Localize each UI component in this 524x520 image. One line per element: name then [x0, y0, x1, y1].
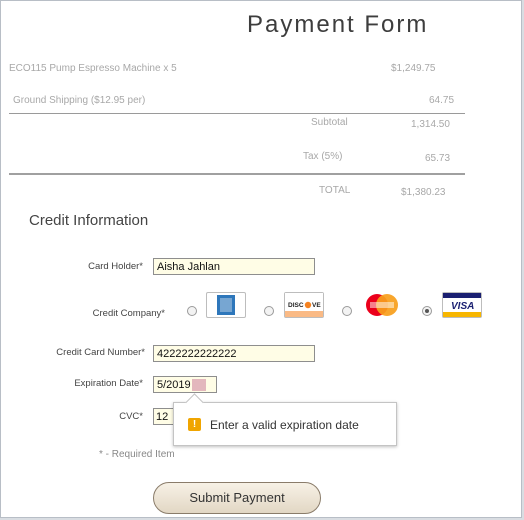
visa-card-icon: VISA: [442, 292, 482, 318]
credit-information-heading: Credit Information: [29, 212, 149, 229]
expiration-date-value: 5/2019: [157, 379, 191, 391]
shipping-description: Ground Shipping ($12.95 per): [13, 95, 146, 106]
radio-visa[interactable]: [422, 306, 432, 316]
tax-label: Tax (5%): [303, 151, 343, 162]
validation-tooltip: ! Enter a valid expiration date: [173, 402, 397, 446]
text-cursor-highlight: [191, 379, 206, 392]
payment-form-container: Payment Form ECO115 Pump Espresso Machin…: [0, 0, 522, 518]
validation-message: Enter a valid expiration date: [210, 418, 359, 432]
total-value: $1,380.23: [401, 187, 446, 198]
card-number-label: Credit Card Number*: [56, 347, 145, 358]
radio-discover[interactable]: [264, 306, 274, 316]
svg-text:DISC: DISC: [288, 302, 304, 309]
cvc-input[interactable]: 12: [153, 408, 175, 425]
summary-divider: [9, 113, 465, 114]
card-holder-input[interactable]: Aisha Jahlan: [153, 258, 315, 275]
total-label: TOTAL: [319, 185, 351, 196]
tax-value: 65.73: [425, 153, 451, 164]
cvc-label: CVC*: [119, 411, 143, 422]
visa-logo-text: VISA: [451, 301, 474, 312]
required-note: * - Required Item: [99, 449, 175, 460]
card-number-input[interactable]: 4222222222222: [153, 345, 315, 362]
subtotal-label: Subtotal: [311, 117, 348, 128]
card-holder-label: Card Holder*: [88, 261, 143, 272]
svg-text:VE: VE: [312, 302, 321, 309]
order-item-description: ECO115 Pump Espresso Machine x 5: [9, 63, 177, 74]
total-divider: [9, 173, 465, 175]
credit-company-label: Credit Company*: [92, 308, 165, 319]
radio-mastercard[interactable]: [342, 306, 352, 316]
page-title: Payment Form: [247, 11, 429, 38]
order-item-price: $1,249.75: [391, 63, 436, 74]
expiration-date-input[interactable]: 5/2019: [153, 376, 217, 393]
warning-icon: !: [188, 418, 201, 431]
subtotal-value: 1,314.50: [411, 119, 450, 130]
submit-payment-button[interactable]: Submit Payment: [153, 482, 321, 514]
shipping-price: 64.75: [429, 95, 455, 106]
expiration-date-label: Expiration Date*: [74, 378, 143, 389]
radio-amex[interactable]: [187, 306, 197, 316]
mastercard-card-icon: [362, 292, 402, 318]
amex-card-icon: [206, 292, 246, 318]
discover-card-icon: DISC VE: [284, 292, 324, 318]
